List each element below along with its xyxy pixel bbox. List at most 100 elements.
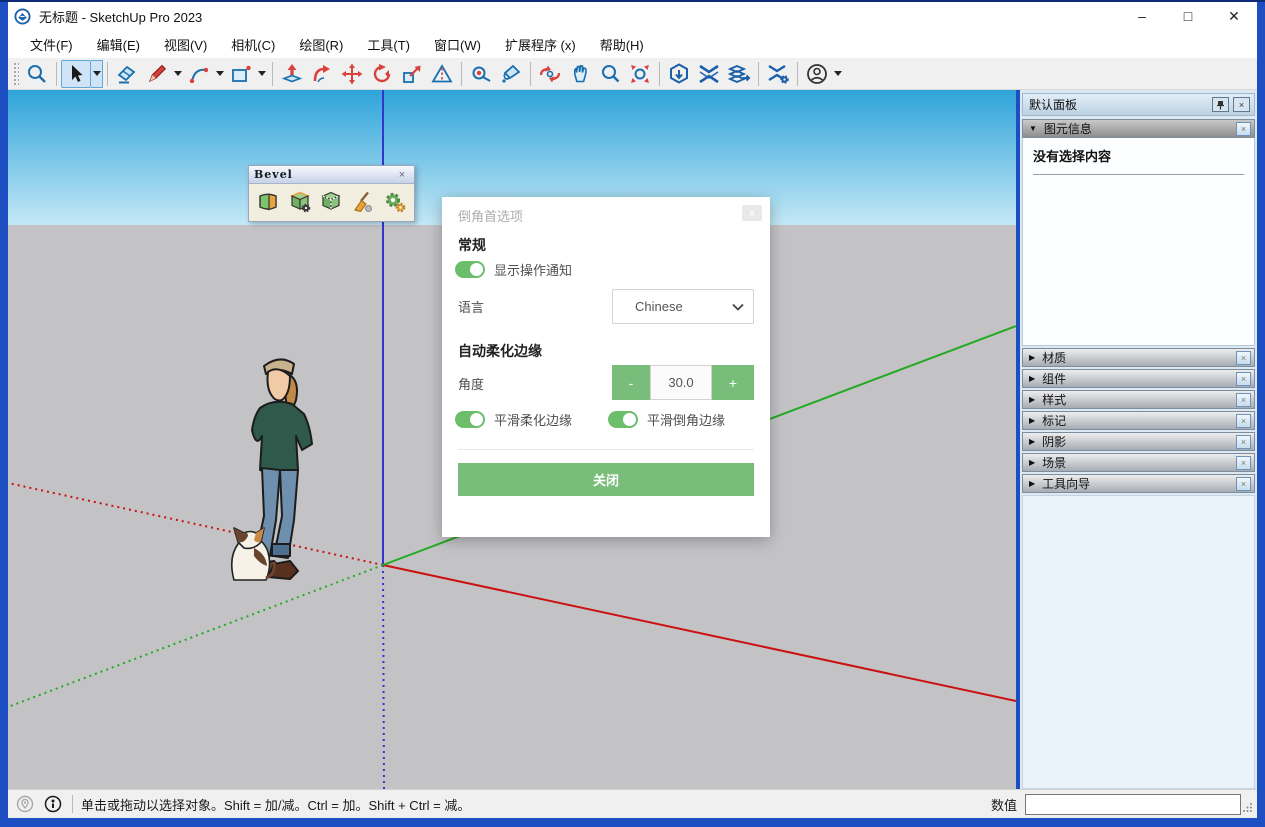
menu-camera[interactable]: 相机(C) xyxy=(219,31,287,58)
credit-info-button[interactable] xyxy=(42,795,64,813)
send-to-layout-button[interactable] xyxy=(724,60,754,88)
menu-draw[interactable]: 绘图(R) xyxy=(287,31,355,58)
language-value: Chinese xyxy=(635,299,683,314)
chevron-down-icon xyxy=(216,71,224,76)
menu-extensions[interactable]: 扩展程序 (x) xyxy=(493,31,588,58)
3d-warehouse-button[interactable] xyxy=(664,60,694,88)
cleanup-tool-button[interactable] xyxy=(349,188,377,216)
line-tool-dropdown[interactable] xyxy=(172,60,184,88)
expand-icon: ▶ xyxy=(1029,416,1035,425)
language-select[interactable]: Chinese xyxy=(612,289,754,324)
3d-warehouse-icon xyxy=(667,62,691,86)
account-button[interactable] xyxy=(802,60,832,88)
tray-close-button[interactable]: × xyxy=(1233,97,1250,112)
smooth-soften-toggle[interactable] xyxy=(455,411,485,428)
extension-warehouse-button[interactable] xyxy=(694,60,724,88)
tray-empty-area xyxy=(1022,495,1255,789)
measurement-input[interactable] xyxy=(1025,794,1241,815)
rotate-tool-button[interactable] xyxy=(367,60,397,88)
scale-tool-button[interactable] xyxy=(397,60,427,88)
rectangle-tool-button[interactable] xyxy=(226,60,256,88)
menu-help[interactable]: 帮助(H) xyxy=(588,31,656,58)
tray-pin-button[interactable] xyxy=(1212,97,1229,112)
section-shadows[interactable]: ▶ 阴影 × xyxy=(1022,432,1255,451)
select-tool-button[interactable] xyxy=(61,60,91,88)
section-close-button[interactable]: × xyxy=(1236,372,1251,386)
angle-value-field[interactable]: 30.0 xyxy=(650,365,712,400)
bevel-preferences-button[interactable] xyxy=(381,188,409,216)
section-close-button[interactable]: × xyxy=(1236,414,1251,428)
section-tags[interactable]: ▶ 标记 × xyxy=(1022,411,1255,430)
line-tool-button[interactable] xyxy=(142,60,172,88)
soften-cube-icon xyxy=(319,190,343,214)
angle-stepper: - 30.0 + xyxy=(612,365,754,400)
angle-decrement-button[interactable]: - xyxy=(612,365,650,400)
show-notifications-toggle[interactable] xyxy=(455,261,485,278)
section-scenes[interactable]: ▶ 场景 × xyxy=(1022,453,1255,472)
dialog-close-button[interactable]: x xyxy=(742,205,762,221)
chevron-down-icon xyxy=(834,71,842,76)
eraser-tool-button[interactable] xyxy=(112,60,142,88)
select-tool-dropdown[interactable] xyxy=(91,60,103,88)
tape-measure-tool-button[interactable] xyxy=(466,60,496,88)
section-styles[interactable]: ▶ 样式 × xyxy=(1022,390,1255,409)
person-figure[interactable] xyxy=(230,352,345,592)
geolocation-icon xyxy=(16,795,34,813)
section-instructor[interactable]: ▶ 工具向导 × xyxy=(1022,474,1255,493)
section-close-button[interactable]: × xyxy=(1236,477,1251,491)
section-close-button[interactable]: × xyxy=(1236,393,1251,407)
section-entity-info[interactable]: ▼ 图元信息 × xyxy=(1022,119,1255,138)
menu-file[interactable]: 文件(F) xyxy=(18,31,85,58)
section-materials[interactable]: ▶ 材质 × xyxy=(1022,348,1255,367)
close-button[interactable]: ✕ xyxy=(1211,2,1257,30)
tray-header[interactable]: 默认面板 × xyxy=(1022,93,1255,116)
account-dropdown[interactable] xyxy=(832,60,844,88)
arc-tool-dropdown[interactable] xyxy=(214,60,226,88)
select-arrow-icon xyxy=(64,62,88,86)
paint-bucket-tool-button[interactable] xyxy=(496,60,526,88)
toolbar-grip[interactable] xyxy=(13,62,19,86)
section-components[interactable]: ▶ 组件 × xyxy=(1022,369,1255,388)
zoom-tool-button[interactable] xyxy=(595,60,625,88)
menu-tools[interactable]: 工具(T) xyxy=(355,31,422,58)
chevron-down-icon xyxy=(174,71,182,76)
menu-view[interactable]: 视图(V) xyxy=(152,31,219,58)
angle-increment-button[interactable]: + xyxy=(712,365,754,400)
menu-edit[interactable]: 编辑(E) xyxy=(85,31,152,58)
push-pull-tool-button[interactable] xyxy=(277,60,307,88)
menu-window[interactable]: 窗口(W) xyxy=(422,31,493,58)
figure-face xyxy=(268,369,291,400)
offset-tool-button[interactable] xyxy=(427,60,457,88)
orbit-tool-button[interactable] xyxy=(535,60,565,88)
extension-manager-button[interactable] xyxy=(763,60,793,88)
move-tool-button[interactable] xyxy=(337,60,367,88)
status-bar: 单击或拖动以选择对象。Shift = 加/减。Ctrl = 加。Shift + … xyxy=(8,789,1257,818)
section-close-button[interactable]: × xyxy=(1236,122,1251,136)
maximize-button[interactable]: □ xyxy=(1165,2,1211,30)
minimize-button[interactable]: – xyxy=(1119,2,1165,30)
smooth-bevel-toggle[interactable] xyxy=(608,411,638,428)
bevel-toolbar-titlebar[interactable]: Bevel × xyxy=(249,166,414,184)
bevel-toolbar-close-icon[interactable]: × xyxy=(395,169,409,181)
resize-grip[interactable] xyxy=(1243,802,1253,812)
search-tool-button[interactable] xyxy=(22,60,52,88)
rectangle-tool-dropdown[interactable] xyxy=(256,60,268,88)
arc-tool-button[interactable] xyxy=(184,60,214,88)
smooth-bevel-label: 平滑倒角边缘 xyxy=(647,410,725,429)
dialog-divider xyxy=(458,449,754,450)
bevel-tool-button[interactable] xyxy=(254,188,282,216)
zoom-icon xyxy=(598,62,622,86)
zoom-extents-tool-button[interactable] xyxy=(625,60,655,88)
section-close-button[interactable]: × xyxy=(1236,351,1251,365)
pan-tool-button[interactable] xyxy=(565,60,595,88)
follow-me-tool-button[interactable] xyxy=(307,60,337,88)
section-close-button[interactable]: × xyxy=(1236,456,1251,470)
soften-edges-tool-button[interactable] xyxy=(318,188,346,216)
dialog-close-action-button[interactable]: 关闭 xyxy=(458,463,754,496)
geolocation-button[interactable] xyxy=(14,795,36,813)
broom-icon xyxy=(351,190,375,214)
section-close-button[interactable]: × xyxy=(1236,435,1251,449)
scale-icon xyxy=(400,62,424,86)
bevel-settings-tool-button[interactable] xyxy=(286,188,314,216)
viewport-3d[interactable]: Bevel × xyxy=(8,90,1016,789)
